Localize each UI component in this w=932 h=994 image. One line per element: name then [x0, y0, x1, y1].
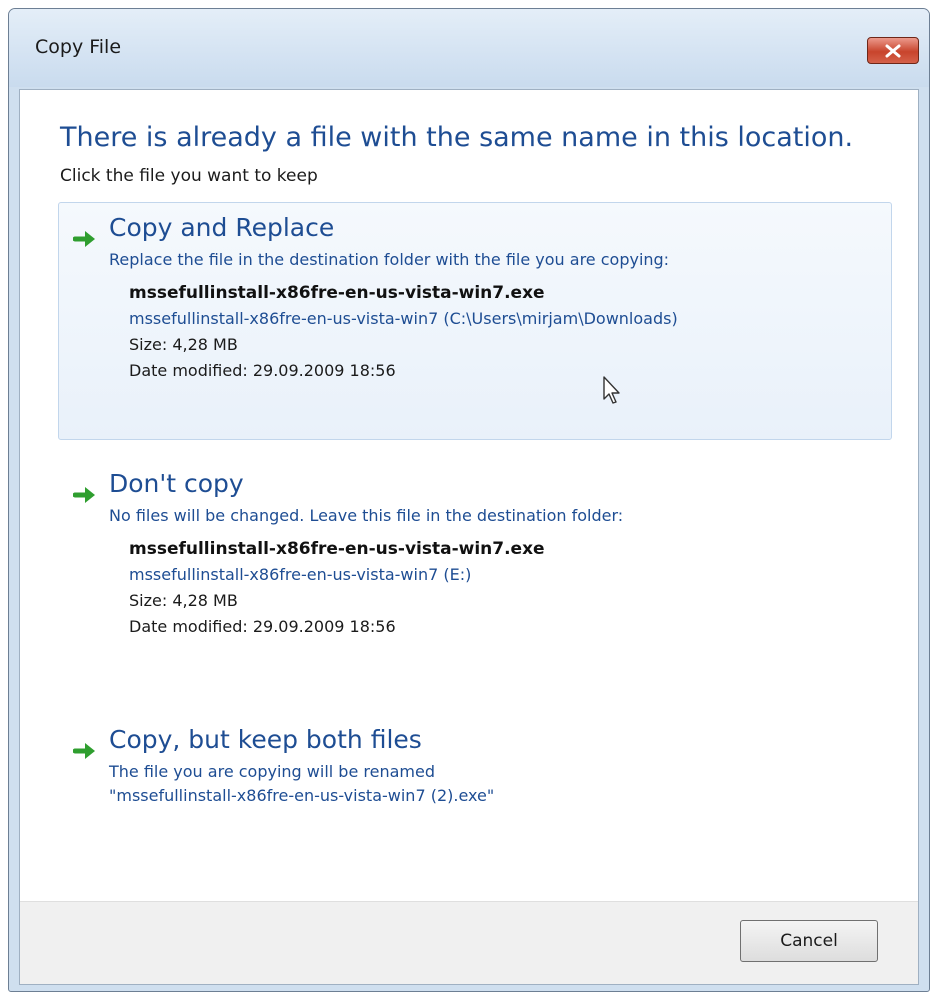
title-bar[interactable]: Copy File	[9, 9, 929, 87]
dialog-footer: Cancel	[20, 901, 918, 984]
file-path: mssefullinstall-x86fre-en-us-vista-win7 …	[129, 565, 472, 584]
option-description: Replace the file in the destination fold…	[109, 250, 670, 269]
dialog-heading: There is already a file with the same na…	[60, 122, 854, 153]
close-button[interactable]	[867, 37, 919, 64]
option-description: The file you are copying will be renamed	[109, 762, 435, 781]
copy-and-replace-option[interactable]: Copy and Replace Replace the file in the…	[58, 202, 892, 440]
file-path: mssefullinstall-x86fre-en-us-vista-win7 …	[129, 309, 678, 328]
copy-file-dialog: Copy File There is already a file with t…	[8, 8, 930, 992]
dialog-content: There is already a file with the same na…	[19, 89, 919, 985]
green-arrow-icon	[73, 487, 95, 503]
keep-both-files-option[interactable]: Copy, but keep both files The file you a…	[58, 714, 892, 834]
file-name: mssefullinstall-x86fre-en-us-vista-win7.…	[129, 539, 545, 559]
close-icon	[885, 44, 901, 57]
window-title: Copy File	[35, 36, 122, 58]
mouse-pointer-icon	[603, 376, 620, 404]
cancel-button[interactable]: Cancel	[740, 920, 878, 962]
dialog-subheading: Click the file you want to keep	[60, 166, 318, 186]
file-name: mssefullinstall-x86fre-en-us-vista-win7.…	[129, 283, 545, 303]
option-title: Copy and Replace	[109, 213, 335, 242]
file-size: Size: 4,28 MB	[129, 591, 238, 610]
option-title: Don't copy	[109, 469, 244, 498]
file-size: Size: 4,28 MB	[129, 335, 238, 354]
green-arrow-icon	[73, 231, 95, 247]
file-date-modified: Date modified: 29.09.2009 18:56	[129, 617, 396, 636]
dont-copy-option[interactable]: Don't copy No files will be changed. Lea…	[58, 458, 892, 678]
file-date-modified: Date modified: 29.09.2009 18:56	[129, 361, 396, 380]
green-arrow-icon	[73, 743, 95, 759]
renamed-file-name: "mssefullinstall-x86fre-en-us-vista-win7…	[109, 786, 495, 805]
option-description: No files will be changed. Leave this fil…	[109, 506, 624, 525]
option-title: Copy, but keep both files	[109, 725, 422, 754]
